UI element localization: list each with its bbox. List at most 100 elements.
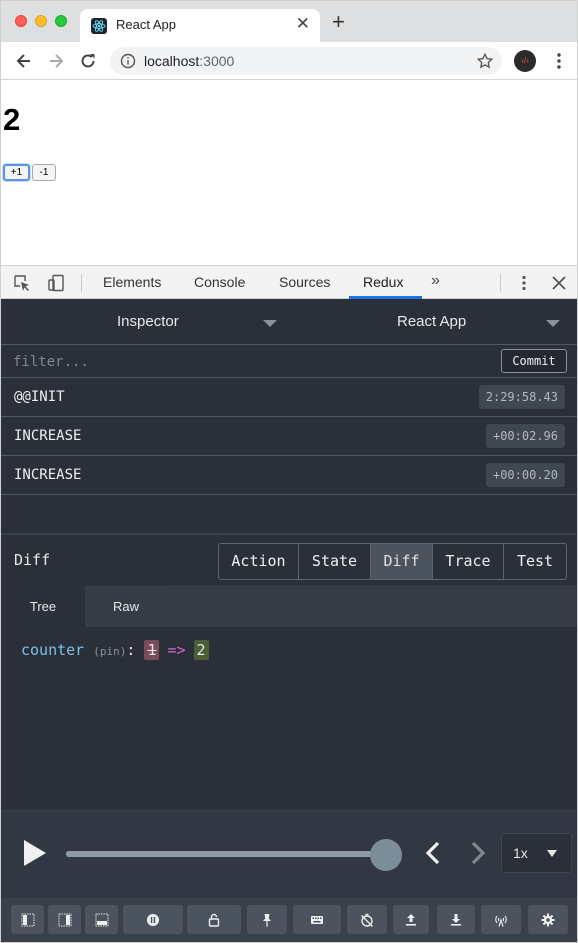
browser-tab[interactable]: React App ✕ xyxy=(80,9,320,42)
dispatcher-button[interactable] xyxy=(293,905,341,934)
action-name: INCREASE xyxy=(14,428,82,444)
previous-action-icon[interactable] xyxy=(422,840,444,866)
bottom-toolbar xyxy=(1,898,577,942)
close-devtools-icon[interactable] xyxy=(550,274,568,292)
toolbar-divider xyxy=(81,274,82,292)
redux-devtools-panel: Inspector React App Commit @@INIT 2:29:5… xyxy=(1,299,577,942)
pin-link[interactable]: (pin) xyxy=(93,645,126,658)
maximize-window-button[interactable] xyxy=(55,15,67,27)
monitor-select-caret-icon[interactable] xyxy=(263,320,277,327)
browser-tabstrip: React App ✕ + xyxy=(1,1,577,42)
diff-key[interactable]: counter xyxy=(21,641,84,659)
tab-elements[interactable]: Elements xyxy=(103,274,161,290)
action-timestamp: +00:00.20 xyxy=(485,463,565,487)
filter-input[interactable] xyxy=(13,351,483,373)
diff-old-value: 1 xyxy=(144,640,160,660)
dock-left-icon xyxy=(21,913,34,926)
browser-toolbar: localhost:3000 ‹/› xyxy=(1,42,577,80)
devtools-menu-icon[interactable] xyxy=(515,274,533,292)
react-favicon-icon xyxy=(91,18,107,34)
counter-value: 2 xyxy=(3,102,21,137)
dock-right-icon xyxy=(58,913,71,926)
increment-button[interactable]: +1 xyxy=(3,164,30,181)
lock-changes-button[interactable] xyxy=(187,905,241,934)
browser-menu-icon[interactable] xyxy=(549,51,569,71)
play-icon[interactable] xyxy=(22,838,48,868)
slider-handle[interactable] xyxy=(370,839,402,871)
import-button[interactable] xyxy=(437,905,475,934)
close-tab-icon[interactable]: ✕ xyxy=(296,15,310,33)
screen: { "browser": { "tab_title": "React App",… xyxy=(0,0,578,943)
decrement-button[interactable]: -1 xyxy=(32,164,56,181)
inspector-tabs: Action State Diff Trace Test xyxy=(218,543,567,580)
action-timestamp: +00:02.96 xyxy=(485,424,565,448)
pause-recording-button[interactable] xyxy=(123,905,183,934)
next-action-icon[interactable] xyxy=(467,840,489,866)
export-button[interactable] xyxy=(393,905,429,934)
bookmark-star-icon[interactable] xyxy=(476,52,494,70)
action-list-item[interactable]: @@INIT 2:29:58.43 xyxy=(1,378,577,417)
devtools-tabbar: Elements Console Sources Redux » xyxy=(1,265,577,299)
inspector-pane: Diff Action State Diff Trace Test Tree R… xyxy=(1,533,577,942)
inspect-element-icon[interactable] xyxy=(13,274,31,292)
url-host: localhost xyxy=(144,53,200,69)
diff-tree: counter (pin): 1 => 2 xyxy=(1,627,577,809)
toolbar-divider xyxy=(500,274,501,292)
slider-fill xyxy=(66,851,386,857)
persist-button[interactable] xyxy=(247,905,287,934)
timer-button[interactable] xyxy=(347,905,387,934)
tab-state[interactable]: State xyxy=(299,544,371,579)
chevron-down-icon xyxy=(547,850,557,857)
reload-icon[interactable] xyxy=(78,51,98,71)
action-timestamp: 2:29:58.43 xyxy=(478,385,565,409)
new-tab-icon[interactable]: + xyxy=(332,11,345,33)
filter-row: Commit xyxy=(1,345,577,378)
more-tabs-icon[interactable]: » xyxy=(431,272,440,290)
inspector-title: Diff xyxy=(14,551,51,569)
action-list-item[interactable]: INCREASE +00:00.20 xyxy=(1,456,577,495)
back-arrow-icon[interactable] xyxy=(14,51,34,71)
lock-icon xyxy=(208,913,220,927)
action-name: @@INIT xyxy=(14,389,65,405)
tab-redux[interactable]: Redux xyxy=(363,274,403,290)
timer-off-icon xyxy=(361,913,373,927)
tab-raw[interactable]: Raw xyxy=(85,585,167,627)
action-list-item[interactable]: INCREASE +00:02.96 xyxy=(1,417,577,456)
keyboard-icon xyxy=(311,915,323,924)
tab-tree[interactable]: Tree xyxy=(1,585,85,627)
remote-button[interactable] xyxy=(481,905,521,934)
diff-colon: : xyxy=(126,641,136,659)
monitor-header: Inspector React App xyxy=(1,299,577,345)
tab-diff[interactable]: Diff xyxy=(371,544,433,579)
tab-action[interactable]: Action xyxy=(219,544,299,579)
dock-left-button[interactable] xyxy=(11,905,44,934)
dock-bottom-button[interactable] xyxy=(85,905,118,934)
tab-sources[interactable]: Sources xyxy=(279,274,330,290)
instance-select-caret-icon[interactable] xyxy=(546,320,560,327)
download-icon xyxy=(451,913,461,926)
device-toolbar-icon[interactable] xyxy=(47,274,65,292)
instance-select[interactable]: React App xyxy=(397,313,466,330)
tab-trace[interactable]: Trace xyxy=(433,544,504,579)
monitor-select[interactable]: Inspector xyxy=(117,313,179,330)
close-window-button[interactable] xyxy=(15,15,27,27)
playback-speed-select[interactable]: 1x xyxy=(501,833,572,873)
tab-test[interactable]: Test xyxy=(504,544,566,579)
address-bar[interactable]: localhost:3000 xyxy=(110,47,502,75)
tab-console[interactable]: Console xyxy=(194,274,245,290)
dock-bottom-icon xyxy=(95,913,108,926)
tab-title: React App xyxy=(116,17,176,32)
forward-arrow-icon[interactable] xyxy=(46,51,66,71)
action-slider[interactable] xyxy=(66,851,386,857)
commit-button[interactable]: Commit xyxy=(501,349,567,373)
minimize-window-button[interactable] xyxy=(35,15,47,27)
redux-extension-icon[interactable]: ‹/› xyxy=(514,50,536,72)
dock-right-button[interactable] xyxy=(48,905,81,934)
settings-button[interactable] xyxy=(528,905,568,934)
url-text: localhost:3000 xyxy=(144,53,234,69)
url-port: :3000 xyxy=(199,53,235,69)
upload-icon xyxy=(406,913,416,926)
info-icon[interactable] xyxy=(120,53,136,69)
inspector-header: Diff Action State Diff Trace Test xyxy=(1,535,577,585)
playback-speed-value: 1x xyxy=(513,845,528,861)
